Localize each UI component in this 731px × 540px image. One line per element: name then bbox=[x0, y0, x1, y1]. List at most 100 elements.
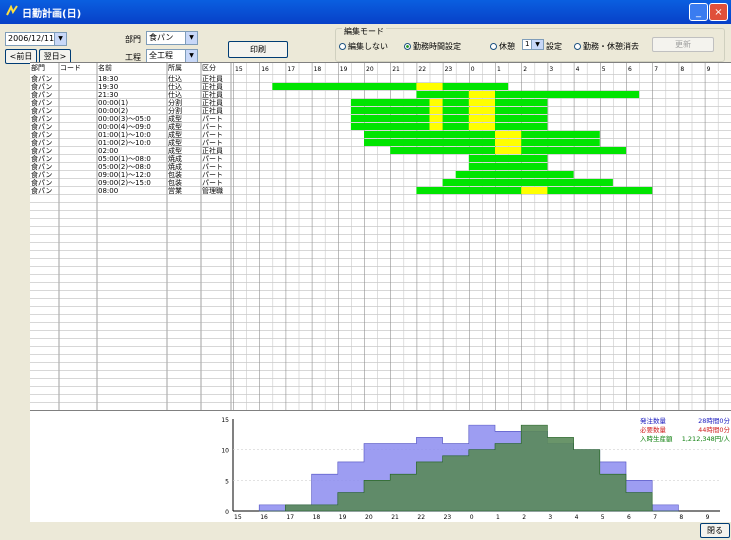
cell-team: 仕込 bbox=[168, 75, 182, 83]
table-row[interactable]: 食パン 09:00(1)～12:0 包装 パート bbox=[30, 171, 731, 179]
schedule-grid: 15 16 17 18 19 20 21 22 23 0 1 2 3 4 5 6 7 8 9 部門 コード 名前 所… bbox=[30, 62, 731, 411]
print-button[interactable]: 印刷 bbox=[228, 41, 288, 58]
cell-cat: パート bbox=[202, 131, 223, 139]
cell-team: 分割 bbox=[168, 99, 182, 107]
cell-team: 包装 bbox=[168, 171, 182, 179]
table-row[interactable]: 食パン 08:00 営業 管理職 bbox=[30, 187, 731, 195]
close-button[interactable]: × bbox=[709, 3, 728, 21]
cell-name: 19:30 bbox=[98, 83, 119, 91]
cell-cat: 正社員 bbox=[202, 147, 223, 155]
cell-team: 成型 bbox=[168, 139, 182, 147]
x-tick-label: 23 bbox=[444, 514, 452, 521]
hour-label: 8 bbox=[680, 66, 684, 73]
cell-name: 09:00(1)～12:0 bbox=[98, 171, 151, 179]
cell-team: 営業 bbox=[168, 187, 182, 195]
x-tick-label: 2 bbox=[522, 514, 526, 521]
cell-dept: 食パン bbox=[31, 155, 53, 163]
cell-dept: 食パン bbox=[31, 179, 53, 187]
col-header-code: コード bbox=[60, 64, 81, 72]
radio-dot bbox=[404, 43, 411, 50]
cell-dept: 食パン bbox=[31, 187, 53, 195]
legend-value: 44時間0分 bbox=[698, 425, 730, 434]
y-tick-label: 10 bbox=[221, 448, 229, 455]
y-tick-label: 15 bbox=[221, 417, 229, 424]
apply-button[interactable]: 更新 bbox=[652, 37, 714, 52]
table-row[interactable]: 食パン 01:00(2)～10:0 成型 パート bbox=[30, 139, 731, 147]
workload-chart-svg: 15105015 16 17 18 19 20 21 22 23 0 1 2 3 4 5 6 7 8 9発注数量 28… bbox=[221, 416, 730, 521]
table-row[interactable]: 食パン 01:00(1)～10:0 成型 パート bbox=[30, 131, 731, 139]
radio-clear[interactable]: 勤務・休憩消去 bbox=[574, 41, 639, 52]
cell-cat: パート bbox=[202, 179, 223, 187]
table-row[interactable]: 食パン 05:00(1)～08:0 焼成 パート bbox=[30, 155, 731, 163]
table-row[interactable]: 食パン 21:30 仕込 正社員 bbox=[30, 91, 731, 99]
table-row[interactable]: 食パン 18:30 仕込 正社員 bbox=[30, 75, 731, 83]
workload-chart: 15 10 5 0 15 16 17 18 19 20 21 22 23 0 1 2 3 4 5 6 7 8 9 発注数量 28… bbox=[30, 410, 731, 523]
set-label: 設定 bbox=[546, 42, 562, 51]
cell-cat: パート bbox=[202, 139, 223, 147]
cell-team: 成型 bbox=[168, 131, 182, 139]
title-bar: 日勤計画(日) _ × bbox=[0, 0, 731, 24]
cell-cat: パート bbox=[202, 171, 223, 179]
hour-label: 6 bbox=[628, 66, 632, 73]
x-tick-label: 16 bbox=[260, 514, 268, 521]
close-form-button[interactable]: 閉る bbox=[700, 523, 730, 538]
table-row[interactable]: 食パン 09:00(2)～15:0 包装 パート bbox=[30, 179, 731, 187]
radio-label: 休憩 bbox=[499, 42, 515, 51]
x-tick-label: 15 bbox=[234, 514, 242, 521]
cell-dept: 食パン bbox=[31, 139, 53, 147]
cell-team: 仕込 bbox=[168, 83, 182, 91]
chevron-down-icon: ▼ bbox=[185, 32, 197, 44]
x-tick-label: 9 bbox=[706, 514, 710, 521]
cell-name: 00:00(3)～05:0 bbox=[98, 115, 151, 123]
legend-label: 入時生産額 bbox=[640, 434, 673, 443]
hour-label: 23 bbox=[445, 66, 453, 73]
table-row[interactable]: 食パン 00:00(2) 分割 正社員 bbox=[30, 107, 731, 115]
hour-label: 21 bbox=[392, 66, 400, 73]
col-header-dept: 部門 bbox=[31, 64, 45, 72]
hour-label: 9 bbox=[707, 66, 711, 73]
radio-work-time[interactable]: 勤務時間設定 bbox=[404, 41, 461, 52]
radio-no-edit[interactable]: 編集しない bbox=[339, 41, 388, 52]
table-row[interactable]: 食パン 00:00(4)～09:0 成型 パート bbox=[30, 123, 731, 131]
dept-select[interactable]: 食パン ▼ bbox=[146, 31, 198, 45]
table-row[interactable]: 食パン 02:00 成型 正社員 bbox=[30, 147, 731, 155]
app-window: 日勤計画(日) _ × 2006/12/11 ▼ <前日 翌日> 部門 食パン … bbox=[0, 0, 731, 540]
radio-break[interactable]: 休憩 bbox=[490, 41, 515, 52]
table-row[interactable]: 食パン 05:00(2)～08:0 焼成 パート bbox=[30, 163, 731, 171]
cell-cat: 正社員 bbox=[202, 91, 223, 99]
hour-label: 18 bbox=[314, 66, 322, 73]
hour-label: 15 bbox=[235, 66, 243, 73]
process-value: 全工程 bbox=[149, 51, 173, 60]
col-header-name: 名前 bbox=[98, 64, 112, 72]
radio-label: 勤務・休憩消去 bbox=[583, 42, 639, 51]
cell-team: 成型 bbox=[168, 147, 182, 155]
break-count-select[interactable]: 1 ▼ bbox=[522, 39, 544, 50]
x-tick-label: 4 bbox=[575, 514, 579, 521]
cell-name: 05:00(1)～08:0 bbox=[98, 155, 151, 163]
col-header-cat: 区分 bbox=[202, 64, 216, 72]
x-tick-label: 0 bbox=[470, 514, 474, 521]
cell-name: 00:00(4)～09:0 bbox=[98, 123, 151, 131]
x-tick-label: 1 bbox=[496, 514, 500, 521]
x-tick-label: 21 bbox=[391, 514, 399, 521]
cell-name: 21:30 bbox=[98, 91, 119, 99]
cell-cat: 正社員 bbox=[202, 83, 223, 91]
radio-dot bbox=[574, 43, 581, 50]
cell-team: 仕込 bbox=[168, 91, 182, 99]
x-tick-label: 6 bbox=[627, 514, 631, 521]
process-select[interactable]: 全工程 ▼ bbox=[146, 49, 198, 63]
table-row[interactable]: 食パン 00:00(3)～05:0 成型 パート bbox=[30, 115, 731, 123]
cell-cat: 管理職 bbox=[202, 187, 223, 195]
hour-label: 0 bbox=[471, 66, 475, 73]
hour-label: 7 bbox=[654, 66, 658, 73]
cell-dept: 食パン bbox=[31, 83, 53, 91]
cell-dept: 食パン bbox=[31, 147, 53, 155]
date-picker[interactable]: 2006/12/11 ▼ bbox=[5, 32, 67, 46]
hour-label: 2 bbox=[523, 66, 527, 73]
y-tick-label: 0 bbox=[225, 509, 229, 516]
cell-dept: 食パン bbox=[31, 75, 53, 83]
table-row[interactable]: 食パン 19:30 仕込 正社員 bbox=[30, 83, 731, 91]
table-row[interactable]: 食パン 00:00(1) 分割 正社員 bbox=[30, 99, 731, 107]
date-value: 2006/12/11 bbox=[8, 34, 55, 43]
minimize-button[interactable]: _ bbox=[689, 3, 708, 21]
